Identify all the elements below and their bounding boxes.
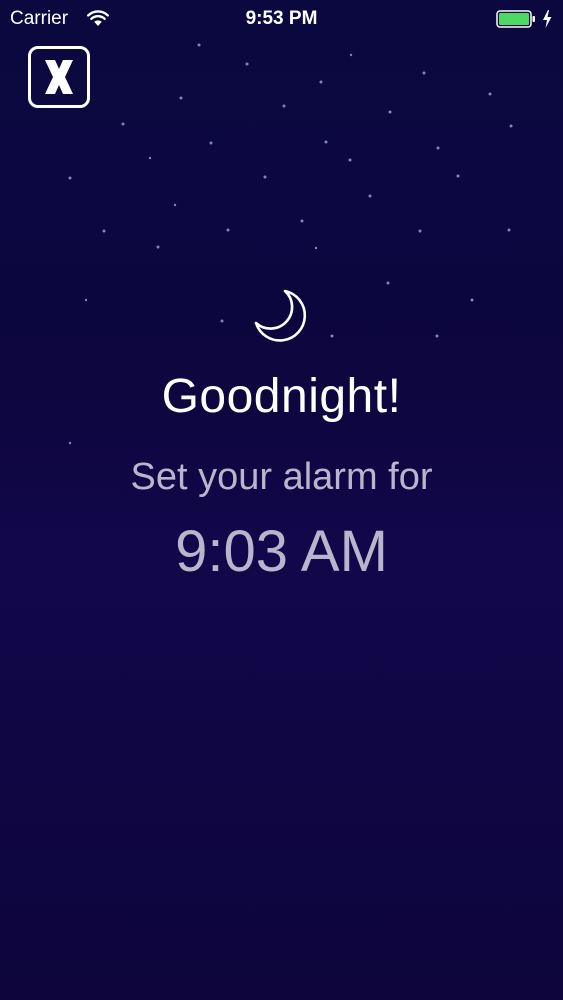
status-time: 9:53 PM: [245, 8, 318, 29]
starfield-background: [68, 43, 513, 445]
close-button[interactable]: [28, 46, 90, 108]
close-icon: [45, 60, 73, 94]
moon-icon: [254, 289, 307, 342]
battery-icon: [496, 10, 535, 28]
alarm-time: 9:03 AM: [175, 519, 388, 584]
status-bar: Carrier 9:53 PM: [0, 0, 563, 38]
alarm-prompt-text: Set your alarm for: [130, 456, 433, 498]
goodnight-title: Goodnight!: [161, 370, 402, 423]
charging-bolt-icon: [543, 10, 552, 28]
